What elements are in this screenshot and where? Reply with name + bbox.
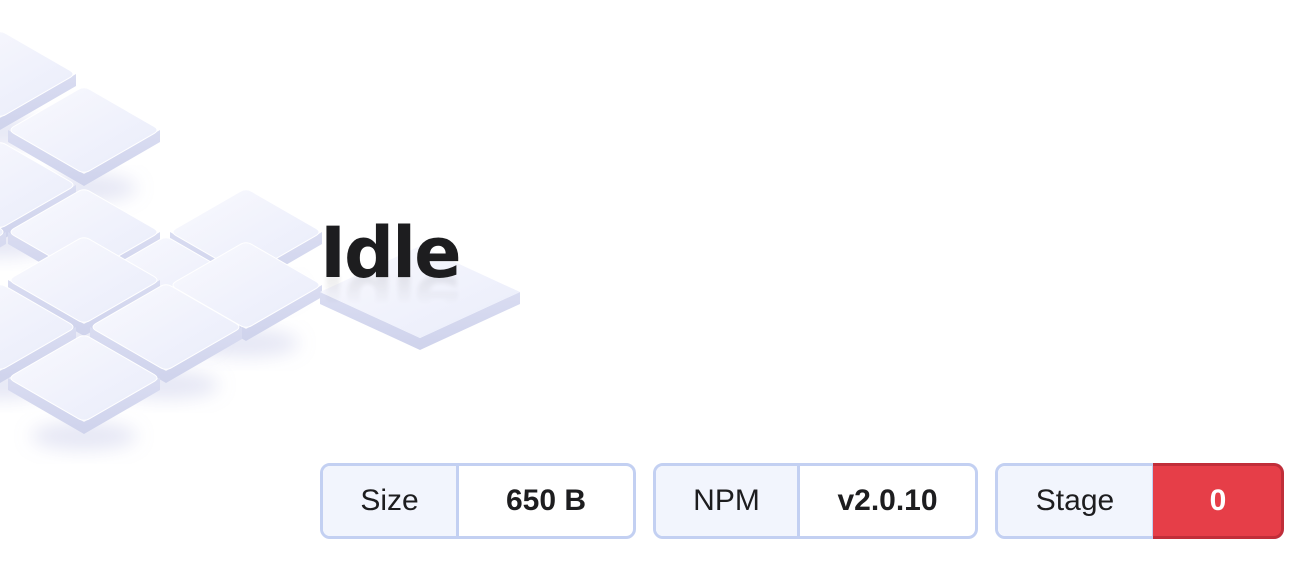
size-badge-label: Size	[323, 466, 459, 536]
npm-badge-value: v2.0.10	[837, 484, 938, 517]
stage-badge: Stage 0	[995, 463, 1284, 539]
tile-side	[0, 232, 6, 248]
page-title: Idle	[320, 212, 462, 294]
stage-badge-label: Stage	[998, 466, 1155, 536]
size-badge-value: 650 B	[505, 484, 587, 517]
npm-badge[interactable]: NPM v2.0.10	[653, 463, 978, 539]
stage-badge-value: 0	[1209, 484, 1227, 517]
size-badge: Size 650 B	[320, 463, 636, 539]
npm-badge-label: NPM	[656, 466, 800, 536]
isometric-tiles-illustration	[0, 31, 520, 450]
